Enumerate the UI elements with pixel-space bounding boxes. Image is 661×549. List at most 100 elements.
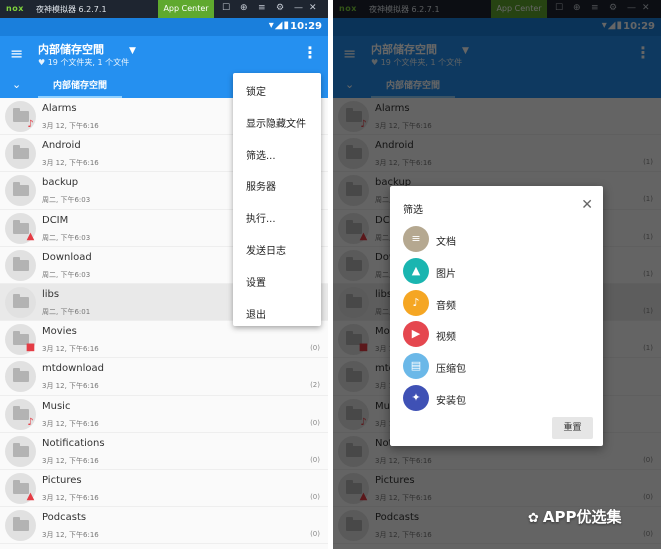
- folder-icon: ▲: [5, 472, 36, 504]
- tab-internal-storage[interactable]: 内部储存空間: [38, 78, 122, 91]
- signal-battery-icons: ▾◢▮: [268, 20, 290, 31]
- file-date: 3月 12, 下午6:16: [42, 382, 99, 391]
- folder-type-badge-icon: ♪: [27, 119, 34, 130]
- menu-item[interactable]: 锁定: [246, 83, 266, 98]
- file-row[interactable]: ■ Movies 3月 12, 下午6:16 (0): [0, 321, 328, 359]
- file-name: Movies: [42, 326, 77, 338]
- file-name: Music: [42, 400, 71, 412]
- wechat-icon: ✿: [528, 511, 539, 526]
- filter-type-icon: ▶: [403, 321, 429, 348]
- file-name: mtdownload: [42, 363, 105, 375]
- file-date: 3月 12, 下午6:16: [42, 419, 99, 428]
- file-name: Alarms: [42, 103, 77, 114]
- android-status-bar: ▾◢▮ 10:29: [0, 18, 328, 36]
- menu-item[interactable]: 执行...: [246, 210, 276, 225]
- file-date: 3月 12, 下午6:16: [42, 122, 99, 130]
- folder-type-badge-icon: [25, 528, 36, 539]
- filter-type-icon: ≡: [403, 226, 429, 252]
- hamburger-menu-icon[interactable]: ≡: [10, 46, 23, 62]
- file-row[interactable]: mtdownload 3月 12, 下午6:16 (2): [0, 358, 328, 396]
- file-name: DCIM: [42, 214, 69, 226]
- file-name: Download: [42, 251, 92, 263]
- watermark-text: APP优选集: [542, 508, 622, 526]
- right-screen: nox 夜神模拟器 6.2.7.1 App Center ☐ ⊕ ≡ ⚙ — ✕…: [333, 0, 661, 549]
- menu-lines-icon[interactable]: ≡: [258, 3, 266, 13]
- menu-item[interactable]: 退出: [246, 306, 266, 321]
- shirt-icon[interactable]: ⊕: [240, 3, 248, 13]
- file-name: Pictures: [42, 474, 82, 486]
- folder-icon: ♪: [5, 101, 36, 132]
- menu-item[interactable]: 显示隐藏文件: [246, 115, 306, 130]
- file-row[interactable]: Notifications 3月 12, 下午6:16 (0): [0, 433, 328, 470]
- more-options-icon[interactable]: ⋮: [302, 45, 318, 61]
- folder-type-badge-icon: [25, 268, 36, 279]
- menu-item[interactable]: 设置: [246, 274, 266, 289]
- filter-option-label: 安装包: [436, 396, 466, 407]
- folder-type-badge-icon: [25, 379, 36, 390]
- folder-icon: ■: [5, 324, 36, 356]
- file-name: Podcasts: [42, 512, 87, 524]
- filter-option[interactable]: ▲ 图片: [403, 257, 583, 284]
- folder-type-badge-icon: ♪: [27, 416, 34, 428]
- file-date: 周二, 下午6:01: [42, 307, 91, 316]
- menu-item[interactable]: 发送日志: [246, 242, 286, 257]
- filter-dialog-title: 筛选: [403, 205, 423, 216]
- folder-type-badge-icon: ▲: [26, 230, 35, 242]
- folder-icon: ♪: [5, 398, 36, 430]
- filter-option[interactable]: ≡ 文档: [403, 226, 583, 252]
- close-window-icon[interactable]: ✕: [309, 3, 317, 13]
- filter-option[interactable]: ♪ 音频: [403, 289, 583, 316]
- folder-type-badge-icon: ■: [25, 342, 36, 354]
- filter-type-icon: ✦: [403, 385, 429, 411]
- watermark: ✿ APP优选集: [528, 506, 622, 527]
- filter-option-label: 图片: [436, 268, 456, 280]
- settings-icon[interactable]: ⚙: [276, 3, 284, 13]
- app-center-button[interactable]: App Center: [158, 0, 214, 18]
- chevron-down-icon[interactable]: ⌄: [12, 78, 21, 91]
- filter-option-label: 压缩包: [436, 364, 466, 376]
- file-count: (0): [310, 492, 320, 501]
- folder-type-badge-icon: [25, 454, 36, 465]
- folder-icon: [5, 249, 36, 281]
- filter-type-icon: ▤: [403, 353, 429, 380]
- file-date: 3月 12, 下午6:16: [42, 159, 99, 168]
- nox-logo: nox: [6, 4, 24, 13]
- file-date: 3月 12, 下午6:16: [42, 345, 99, 354]
- file-row[interactable]: Podcasts 3月 12, 下午6:16 (0): [0, 507, 328, 545]
- file-count: (0): [310, 344, 320, 353]
- file-name: backup: [42, 177, 79, 189]
- folder-type-badge-icon: ▲: [26, 490, 35, 502]
- emulator-title: 夜神模拟器 6.2.7.1: [36, 5, 107, 14]
- app-bar: ≡ 内部储存空間 ♥ 19 个文件夹, 1 个文件 ▼ ⋮: [0, 36, 328, 74]
- filter-option-label: 音频: [436, 300, 456, 312]
- menu-item[interactable]: 服务器: [246, 178, 276, 193]
- file-row[interactable]: ▲ Pictures 3月 12, 下午6:16 (0): [0, 470, 328, 508]
- file-date: 3月 12, 下午6:16: [42, 493, 99, 502]
- filter-option[interactable]: ▶ 视频: [403, 321, 583, 348]
- emulator-titlebar: nox 夜神模拟器 6.2.7.1 App Center ☐ ⊕ ≡ ⚙ — ✕: [0, 0, 328, 18]
- file-row[interactable]: ♪ Music 3月 12, 下午6:16 (0): [0, 396, 328, 433]
- folder-icon: [5, 361, 36, 393]
- left-screen: nox 夜神模拟器 6.2.7.1 App Center ☐ ⊕ ≡ ⚙ — ✕…: [0, 0, 328, 549]
- folder-type-badge-icon: [25, 193, 36, 204]
- close-icon[interactable]: ✕: [581, 197, 593, 213]
- minimize-icon[interactable]: —: [294, 3, 303, 13]
- title-dropdown-icon[interactable]: ▼: [129, 46, 136, 56]
- folder-icon: [5, 435, 36, 467]
- reset-button[interactable]: 重置: [552, 417, 593, 439]
- window-icon[interactable]: ☐: [222, 3, 230, 13]
- folder-icon: [5, 510, 36, 542]
- file-date: 周二, 下午6:03: [42, 270, 91, 279]
- filter-type-icon: ▲: [403, 257, 429, 284]
- filter-option-label: 视频: [436, 332, 456, 344]
- filter-dialog: 筛选 ✕ 重置 ≡ 文档 ▲ 图片 ♪ 音频 ▶ 视频 ▤ 压缩包 ✦ 安装包: [390, 186, 603, 446]
- overflow-menu: 锁定显示隐藏文件 筛选... 服务器执行... 发送日志设置退出: [233, 73, 321, 326]
- file-name: libs: [42, 288, 60, 300]
- file-date: 周二, 下午6:03: [42, 233, 91, 242]
- file-count: (0): [310, 418, 320, 427]
- filter-option-label: 文档: [436, 237, 456, 248]
- filter-option[interactable]: ▤ 压缩包: [403, 353, 583, 380]
- filter-option[interactable]: ✦ 安装包: [403, 385, 583, 411]
- folder-icon: [5, 286, 36, 318]
- menu-item[interactable]: 筛选...: [246, 147, 276, 162]
